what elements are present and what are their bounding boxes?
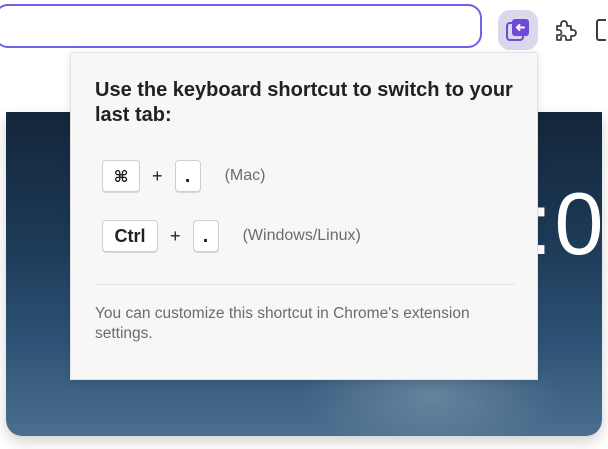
switch-to-last-tab-icon: [506, 19, 529, 41]
side-panel-icon: [596, 19, 606, 41]
switch-tab-extension-button[interactable]: [498, 10, 538, 50]
shortcut-popup: Use the keyboard shortcut to switch to y…: [70, 52, 538, 380]
platform-label-mac: (Mac): [224, 167, 266, 184]
plus-sign: +: [170, 225, 181, 246]
extensions-button[interactable]: [545, 10, 585, 50]
divider: [95, 284, 515, 285]
popup-title: Use the keyboard shortcut to switch to y…: [95, 79, 513, 126]
clock-text: :0: [528, 174, 602, 273]
browser-window: :0 Use the keyboard shortcut to switch t…: [0, 0, 608, 449]
shortcut-row-mac: ⌘ + . (Mac): [102, 159, 265, 193]
browser-toolbar: [0, 0, 608, 56]
customize-shortcut-note: You can customize this shortcut in Chrom…: [95, 305, 470, 342]
address-bar[interactable]: [0, 4, 482, 48]
plus-sign: +: [152, 165, 163, 186]
key-command: ⌘: [102, 160, 140, 192]
key-ctrl: Ctrl: [102, 220, 158, 252]
puzzle-icon: [556, 20, 577, 41]
platform-label-windows-linux: (Windows/Linux): [242, 227, 361, 244]
side-panel-button[interactable]: [596, 10, 608, 50]
key-period: .: [174, 160, 201, 192]
shortcut-row-windows-linux: Ctrl + . (Windows/Linux): [102, 219, 361, 253]
key-period: .: [192, 220, 219, 252]
